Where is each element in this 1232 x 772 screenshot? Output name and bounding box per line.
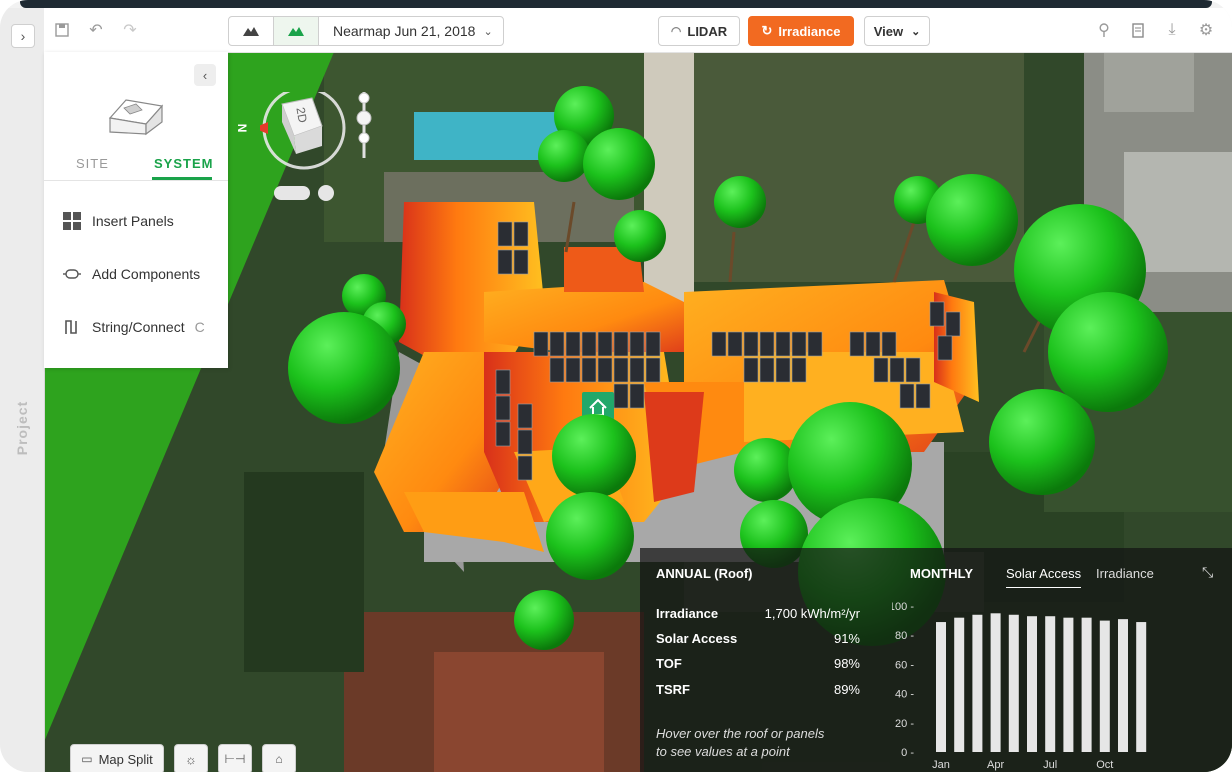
imagery-date-label: Nearmap Jun 21, 2018 bbox=[333, 23, 476, 39]
x-tick-label: Jul bbox=[1043, 759, 1057, 771]
bar-dec[interactable] bbox=[1136, 622, 1147, 752]
lidar-button[interactable]: ◠ LIDAR bbox=[658, 16, 740, 46]
string-connect-shortcut: C bbox=[194, 319, 205, 335]
x-tick-label: Jan bbox=[932, 759, 950, 771]
hint-line-2: to see values at a point bbox=[656, 744, 790, 759]
app-frame: N 2D ANNUAL (Roof) MONTHLY Solar Access … bbox=[0, 0, 1232, 772]
refresh-icon: ↻ bbox=[761, 23, 773, 38]
bar-mar[interactable] bbox=[972, 614, 983, 752]
tab-irradiance[interactable]: Irradiance bbox=[1096, 566, 1154, 581]
lidar-icon: ◠ bbox=[670, 24, 682, 38]
metric-value-tsrf: 89% bbox=[833, 682, 860, 697]
annual-title: ANNUAL (Roof) bbox=[656, 566, 753, 581]
view-dropdown[interactable]: View ⌄ bbox=[864, 16, 930, 46]
magic-wand-icon[interactable]: ⚲ bbox=[1094, 20, 1114, 40]
irradiance-label: Irradiance bbox=[778, 23, 841, 39]
metric-label-tsrf: TSRF bbox=[656, 682, 690, 697]
top-toolbar: ↶ ↷ Nearmap Jun 21, 2018 ⌄ ◠ LIDAR ↻ Irr… bbox=[44, 8, 1232, 53]
insert-panels-label: Insert Panels bbox=[92, 213, 174, 229]
tab-solar-access[interactable]: Solar Access bbox=[1006, 566, 1082, 588]
component-icon bbox=[62, 269, 82, 279]
measure-button[interactable]: ⊢⊣ bbox=[218, 744, 252, 772]
sun-icon: ☼ bbox=[185, 751, 197, 767]
ruler-icon: ⊢⊣ bbox=[224, 752, 246, 766]
chevron-right-icon[interactable]: › bbox=[11, 24, 35, 48]
document-icon[interactable] bbox=[1128, 20, 1148, 40]
add-components-button[interactable]: Add Components bbox=[62, 262, 200, 286]
string-icon bbox=[62, 319, 82, 335]
map-layer-icon bbox=[288, 27, 304, 36]
metric-value-solar-access: 91% bbox=[833, 631, 860, 646]
bar-aug[interactable] bbox=[1063, 617, 1074, 752]
y-tick-label: 0 - bbox=[901, 747, 914, 759]
map-split-label: Map Split bbox=[98, 751, 153, 767]
project-rail: › Project bbox=[0, 8, 45, 772]
y-tick-label: 40 - bbox=[895, 689, 914, 701]
chevron-down-icon: ⌄ bbox=[483, 25, 493, 38]
north-label: N bbox=[235, 123, 250, 133]
irradiance-info-panel: ANNUAL (Roof) MONTHLY Solar Access Irrad… bbox=[640, 548, 1232, 772]
download-icon[interactable]: ⤓ bbox=[1162, 20, 1182, 40]
bar-nov[interactable] bbox=[1118, 619, 1128, 752]
project-rail-label[interactable]: Project bbox=[14, 401, 30, 455]
string-connect-button[interactable]: String/Connect C bbox=[62, 315, 205, 339]
metric-label-irradiance: Irradiance bbox=[656, 606, 719, 621]
view-label: View bbox=[873, 23, 904, 39]
mountain-icon bbox=[243, 27, 259, 36]
gear-icon[interactable]: ⚙ bbox=[1196, 20, 1216, 40]
bar-feb[interactable] bbox=[954, 617, 965, 752]
bar-jan[interactable] bbox=[936, 622, 946, 752]
shading-button[interactable]: ⌂ bbox=[262, 744, 296, 772]
system-side-panel: ‹ SITE SYSTEM Insert Panels Add Componen… bbox=[44, 52, 228, 368]
string-connect-label: String/Connect bbox=[92, 319, 185, 335]
save-icon[interactable] bbox=[52, 20, 72, 40]
imagery-date-dropdown[interactable]: Nearmap Jun 21, 2018 ⌄ bbox=[319, 17, 503, 45]
grid-icon bbox=[62, 212, 82, 230]
house-outline-icon: ⌂ bbox=[275, 752, 283, 766]
tab-system[interactable]: SYSTEM bbox=[154, 156, 213, 171]
sun-path-button[interactable]: ☼ bbox=[174, 744, 208, 772]
add-components-label: Add Components bbox=[92, 266, 201, 282]
y-tick-label: 100 - bbox=[892, 601, 914, 613]
tab-site[interactable]: SITE bbox=[76, 156, 109, 171]
window-top-edge bbox=[20, 0, 1212, 8]
irradiance-button[interactable]: ↻ Irradiance bbox=[748, 16, 854, 46]
x-tick-label: Oct bbox=[1096, 759, 1113, 771]
collapse-panel-icon[interactable]: ⤡ bbox=[1202, 564, 1213, 581]
insert-panels-button[interactable]: Insert Panels bbox=[62, 209, 174, 233]
bar-jun[interactable] bbox=[1027, 616, 1037, 752]
metric-label-solar-access: Solar Access bbox=[656, 631, 738, 646]
monthly-title: MONTHLY bbox=[910, 566, 974, 581]
house-icon bbox=[108, 99, 164, 136]
undo-icon[interactable]: ↶ bbox=[86, 20, 106, 40]
metric-label-tof: TOF bbox=[656, 656, 682, 671]
view-mode-label[interactable]: 2D bbox=[293, 106, 309, 124]
y-tick-label: 60 - bbox=[895, 659, 914, 671]
map-split-button[interactable]: ▭ Map Split bbox=[70, 744, 164, 772]
bar-sep[interactable] bbox=[1081, 617, 1092, 752]
monthly-solar-access-chart: 100 - 80 - 60 - 40 - 20 - 0 - Jan Apr Jul Oct bbox=[892, 601, 1147, 771]
chevron-left-icon[interactable]: ‹ bbox=[194, 64, 216, 86]
split-icon: ▭ bbox=[81, 752, 93, 766]
metric-value-irradiance: 1,700 kWh/m²/yr bbox=[764, 606, 860, 621]
bar-apr[interactable] bbox=[990, 613, 1001, 752]
imagery-selector: Nearmap Jun 21, 2018 ⌄ bbox=[228, 16, 504, 46]
redo-icon[interactable]: ↷ bbox=[120, 20, 140, 40]
y-tick-label: 20 - bbox=[895, 718, 914, 730]
view-compass[interactable]: N 2D bbox=[235, 86, 390, 217]
chevron-down-icon: ⌄ bbox=[911, 25, 921, 38]
hint-line-1: Hover over the roof or panels bbox=[656, 726, 825, 741]
metric-value-tof: 98% bbox=[833, 656, 860, 671]
panel-divider bbox=[44, 180, 228, 181]
bar-oct[interactable] bbox=[1099, 620, 1110, 752]
x-tick-label: Apr bbox=[987, 759, 1004, 771]
bar-may[interactable] bbox=[1008, 614, 1019, 752]
y-tick-label: 80 - bbox=[895, 630, 914, 642]
terrain-view-button[interactable] bbox=[229, 17, 274, 45]
imagery-view-button[interactable] bbox=[274, 17, 319, 45]
lidar-label: LIDAR bbox=[687, 23, 728, 39]
bar-jul[interactable] bbox=[1045, 616, 1056, 752]
